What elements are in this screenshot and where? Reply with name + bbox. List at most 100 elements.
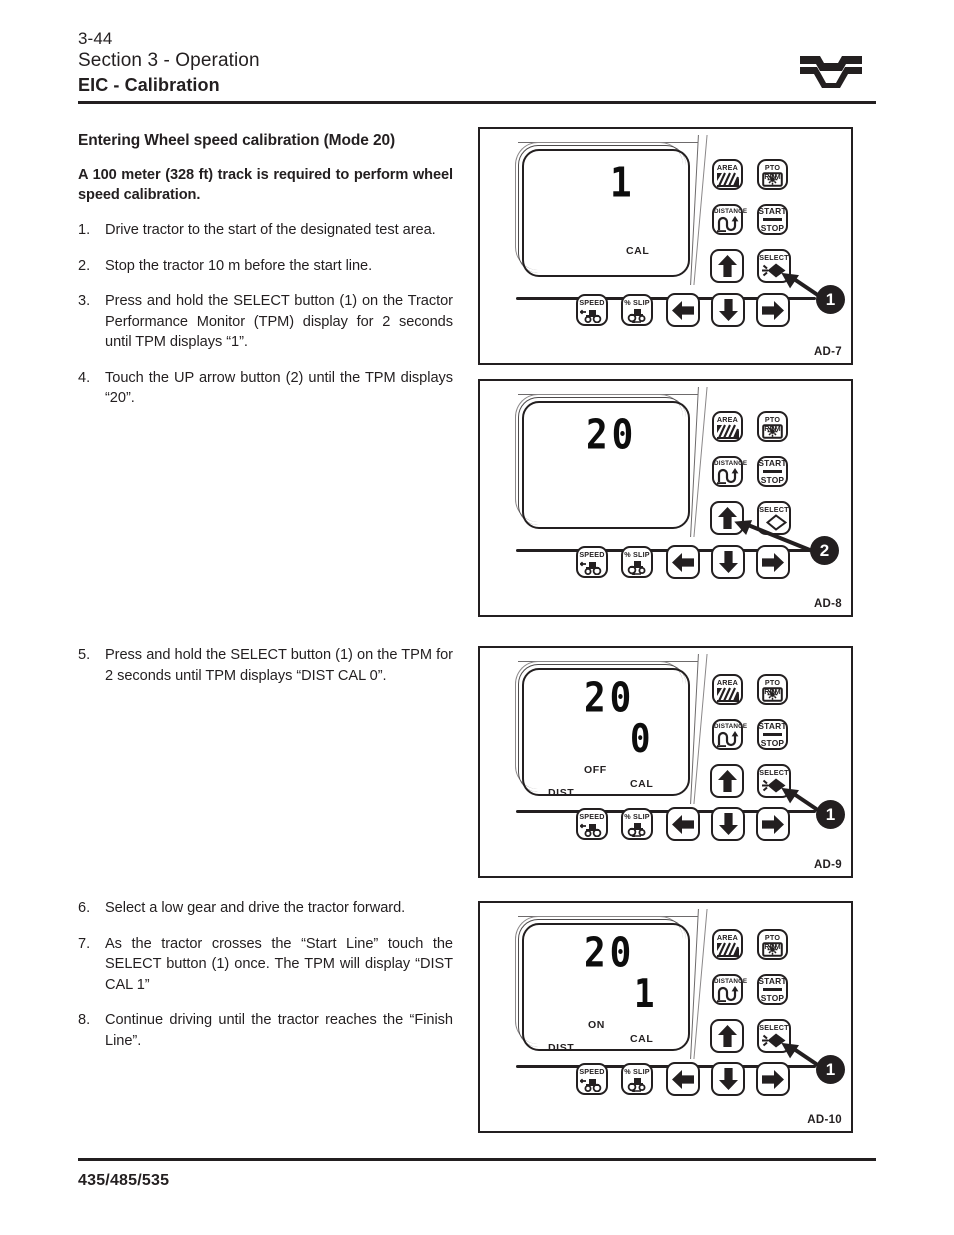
step-text: Drive tractor to the start of the design… [105,222,436,238]
arrow-right-icon [758,1064,788,1094]
left-arrow-button[interactable] [666,545,700,579]
hatched-field-icon [714,687,741,702]
speed-button[interactable]: SPEED [576,1063,608,1095]
slip-button[interactable]: % SLIP [621,1063,653,1095]
divider [762,470,783,473]
down-arrow-button[interactable] [711,1062,745,1096]
slip-button[interactable]: % SLIP [621,546,653,578]
lead-paragraph: A 100 meter (328 ft) track is required t… [78,167,453,203]
lcd-label-cal: CAL [626,245,650,257]
right-arrow-button[interactable] [756,807,790,841]
hatched-field-icon [714,424,741,439]
right-arrow-button[interactable] [756,1062,790,1096]
step-text: Touch the UP arrow button (2) until the … [105,369,453,407]
area-button[interactable]: AREA [712,929,743,960]
speed-button[interactable]: SPEED [576,546,608,578]
lcd-label-onoff: OFF [584,764,607,776]
console-shell-line [693,387,708,537]
step-item: 3. Press and hold the SELECT button (1) … [78,291,453,353]
pto-rpm-button[interactable]: PTO RPM [757,411,788,442]
header-divider [78,101,876,104]
arrow-left-icon [668,809,698,839]
console-shell-line [693,909,708,1059]
select-button-label: SELECT [759,253,789,262]
callout-badge: 2 [810,536,839,565]
figure-id: AD-7 [813,346,842,358]
area-button[interactable]: AREA [712,159,743,190]
start-label: START [758,206,787,217]
step-number: 5. [78,647,91,663]
pto-gear-icon [759,423,786,439]
step-item: 6. Select a low gear and drive the tract… [78,898,453,919]
down-arrow-button[interactable] [711,293,745,327]
section-heading: Entering Wheel speed calibration (Mode 2… [78,132,396,149]
step-text: Press and hold the SELECT button (1) on … [105,293,453,350]
distance-button[interactable]: DISTANCE [712,204,747,235]
area-button[interactable]: AREA [712,674,743,705]
pto-rpm-button[interactable]: PTO RPM [757,674,788,705]
step-number: 2. [78,257,91,274]
step-item: 4. Touch the UP arrow button (2) until t… [78,368,453,409]
tpm-lcd-display: 20 [515,394,690,529]
lcd-label-cal: CAL [630,778,654,790]
start-stop-button[interactable]: START STOP [757,456,788,487]
lcd-main-value: 20 [586,411,638,459]
speed-button[interactable]: SPEED [576,808,608,840]
area-button[interactable]: AREA [712,411,743,442]
distance-path-icon [714,216,741,232]
distance-button[interactable]: DISTANCE [712,974,748,1005]
figure-id: AD-8 [813,598,842,610]
distance-path-icon [714,468,741,484]
step-item: 8. Continue driving until the tractor re… [78,1010,453,1051]
distance-button-label: DISTANCE [714,978,748,985]
right-arrow-button[interactable] [756,293,790,327]
distance-button[interactable]: DISTANCE [712,719,747,750]
tpm-lcd-display: 1 CAL [515,142,690,277]
distance-button-label: DISTANCE [714,460,748,467]
pto-rpm-button[interactable]: PTO RPM [757,929,788,960]
page-number: 3-44 [78,29,113,48]
start-stop-button[interactable]: START STOP [757,974,788,1005]
step-number: 4. [78,369,91,386]
up-arrow-button[interactable] [710,1019,744,1053]
lcd-sub-value: 1 [634,971,658,1018]
console-shell-line [693,135,708,285]
start-label: START [758,721,787,732]
lcd-bezel-inner [522,149,690,277]
down-arrow-button[interactable] [711,545,745,579]
slip-button[interactable]: % SLIP [621,294,653,326]
left-arrow-button[interactable] [666,293,700,327]
step-item: 5. Press and hold the SELECT button (1) … [78,645,453,686]
pto-rpm-button[interactable]: PTO RPM [757,159,788,190]
start-stop-button[interactable]: START STOP [757,204,788,235]
start-stop-button[interactable]: START STOP [757,719,788,750]
up-arrow-button[interactable] [710,764,744,798]
tractor-slip-icon [623,822,651,837]
arrow-left-icon [668,547,698,577]
figure-id: AD-9 [813,859,842,871]
footer-models: 435/485/535 [78,1172,170,1189]
instructions-column-3: 6. Select a low gear and drive the tract… [78,898,453,1066]
speed-button[interactable]: SPEED [576,294,608,326]
lcd-main-value: 20 [584,929,636,977]
tractor-slip-icon [623,1077,651,1092]
arrow-right-icon [758,295,788,325]
slip-button[interactable]: % SLIP [621,808,653,840]
arrow-up-icon [712,1021,742,1051]
distance-path-icon [714,986,741,1002]
up-arrow-button[interactable] [710,249,744,283]
step-number: 8. [78,1012,91,1028]
down-arrow-button[interactable] [711,807,745,841]
lcd-label-dist: DIST [548,1042,575,1054]
stop-label: STOP [760,737,785,748]
hatched-field-icon [714,172,741,187]
callout-badge: 1 [816,285,845,314]
instructions-column-2: 5. Press and hold the SELECT button (1) … [78,645,453,701]
arrow-left-icon [668,1064,698,1094]
left-arrow-button[interactable] [666,1062,700,1096]
lcd-label-onoff: ON [588,1019,605,1031]
left-arrow-button[interactable] [666,807,700,841]
distance-button[interactable]: DISTANCE [712,456,748,487]
pto-gear-icon [759,941,786,957]
right-arrow-button[interactable] [756,545,790,579]
